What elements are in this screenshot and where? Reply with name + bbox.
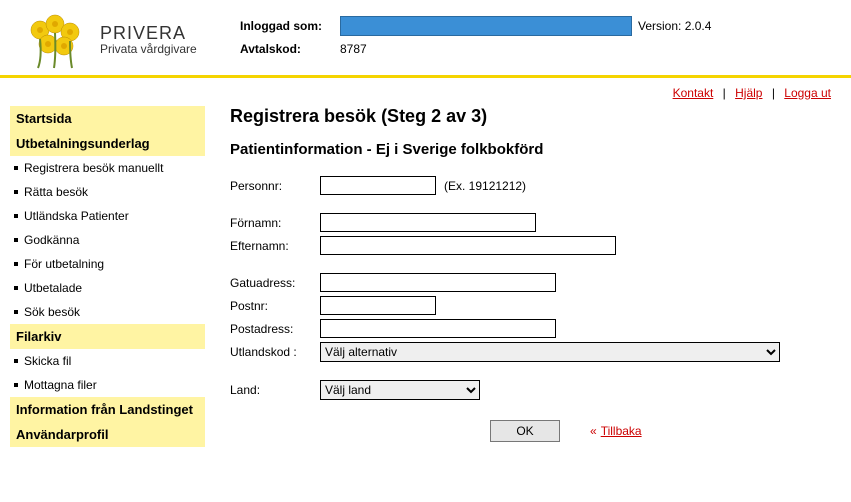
sub-title: Patientinformation - Ej i Sverige folkbo… (230, 141, 831, 158)
brand-subtitle: Privata vårdgivare (100, 43, 197, 56)
gatuadress-label: Gatuadress: (230, 276, 320, 290)
sidebar-item-utbetalade[interactable]: Utbetalade (10, 276, 205, 300)
sidebar-header-information[interactable]: Information från Landstinget (10, 397, 205, 422)
flower-logo-icon (20, 10, 90, 70)
tillbaka-link[interactable]: Tillbaka (601, 424, 642, 438)
sidebar-item-registrera-besok[interactable]: Registrera besök manuellt (10, 156, 205, 180)
version-label: Version: 2.0.4 (638, 19, 711, 33)
gatuadress-input[interactable] (320, 273, 556, 292)
avtalskod-label: Avtalskod: (240, 42, 340, 56)
logged-in-label: Inloggad som: (240, 19, 340, 33)
sidebar-item-skicka-fil[interactable]: Skicka fil (10, 349, 205, 373)
ok-button[interactable] (490, 420, 560, 442)
avtalskod-value: 8787 (340, 42, 367, 56)
personnr-input[interactable] (320, 176, 436, 195)
personnr-hint: (Ex. 19121212) (444, 179, 526, 193)
kontakt-link[interactable]: Kontakt (673, 86, 714, 100)
efternamn-input[interactable] (320, 236, 616, 255)
land-label: Land: (230, 383, 320, 397)
logo-block: PRIVERA Privata vårdgivare (20, 10, 240, 70)
app-header: PRIVERA Privata vårdgivare Inloggad som:… (0, 0, 851, 78)
postadress-label: Postadress: (230, 322, 320, 336)
postnr-label: Postnr: (230, 299, 320, 313)
back-arrow-icon: « (590, 424, 597, 438)
top-links: Kontakt | Hjälp | Logga ut (0, 78, 851, 106)
personnr-label: Personnr: (230, 179, 320, 193)
sidebar-item-mottagna-filer[interactable]: Mottagna filer (10, 373, 205, 397)
postnr-input[interactable] (320, 296, 436, 315)
sidebar-header-utbetalningsunderlag[interactable]: Utbetalningsunderlag (10, 131, 205, 156)
form-actions: « Tillbaka (490, 420, 831, 442)
fornamn-input[interactable] (320, 213, 536, 232)
logga-ut-link[interactable]: Logga ut (784, 86, 831, 100)
fornamn-label: Förnamn: (230, 216, 320, 230)
hjalp-link[interactable]: Hjälp (735, 86, 762, 100)
sidebar-header-filarkiv[interactable]: Filarkiv (10, 324, 205, 349)
utlandskod-select[interactable]: Välj alternativ (320, 342, 780, 362)
sidebar-item-godkanna[interactable]: Godkänna (10, 228, 205, 252)
main-content: Registrera besök (Steg 2 av 3) Patientin… (230, 106, 841, 447)
logged-in-user-bar (340, 16, 632, 36)
land-select[interactable]: Välj land (320, 380, 480, 400)
sidebar-header-startsida[interactable]: Startsida (10, 106, 205, 131)
sidebar: Startsida Utbetalningsunderlag Registrer… (10, 106, 205, 447)
postadress-input[interactable] (320, 319, 556, 338)
header-info: Inloggad som: Version: 2.0.4 Avtalskod: … (240, 10, 831, 62)
page-title: Registrera besök (Steg 2 av 3) (230, 106, 831, 127)
sidebar-item-for-utbetalning[interactable]: För utbetalning (10, 252, 205, 276)
sidebar-header-anvandarprofil[interactable]: Användarprofil (10, 422, 205, 447)
sidebar-item-sok-besok[interactable]: Sök besök (10, 300, 205, 324)
brand-name: PRIVERA (100, 24, 197, 44)
sidebar-item-utlandska-patienter[interactable]: Utländska Patienter (10, 204, 205, 228)
utlandskod-label: Utlandskod : (230, 345, 320, 359)
sidebar-item-ratta-besok[interactable]: Rätta besök (10, 180, 205, 204)
efternamn-label: Efternamn: (230, 239, 320, 253)
